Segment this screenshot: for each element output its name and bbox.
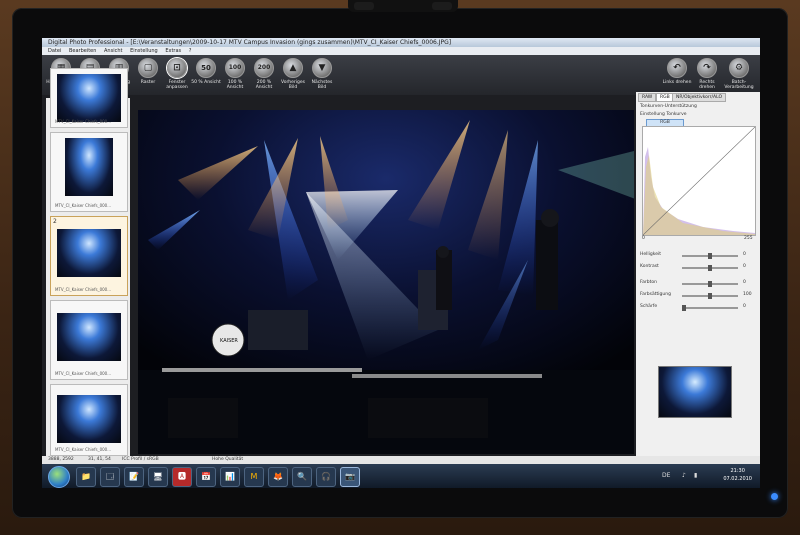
network-icon[interactable]: ▮	[694, 472, 697, 479]
zoom-50-icon: 50	[196, 58, 216, 78]
screen: Digital Photo Professional - [E:\Veranst…	[42, 38, 760, 488]
next-image-button[interactable]: ▼ Nächstes Bild	[307, 58, 337, 90]
taskbar-app-search[interactable]: 🔍	[292, 467, 312, 487]
thumbnail-image	[57, 74, 121, 122]
thumbnail-item[interactable]: MTV_CI_Kaiser Chiefs_000...	[50, 132, 128, 212]
zoom-100-button[interactable]: 100 100 % Ansicht	[220, 58, 250, 90]
taskbar-app-m[interactable]: M	[244, 467, 264, 487]
thumbnail-item[interactable]: 2 MTV_CI_Kaiser Chiefs_000...	[50, 216, 128, 296]
contrast-label: Kontrast	[640, 264, 659, 269]
clock-time: 21:30	[730, 468, 745, 474]
contrast-slider[interactable]	[682, 265, 738, 271]
zoom-100-icon: 100	[225, 58, 245, 78]
thumbnail-image	[57, 229, 121, 277]
hist-max: 255	[744, 236, 753, 241]
tab-nr-lens[interactable]: NR/Objektivkorr/ALO	[672, 93, 727, 102]
taskbar-app-media[interactable]: 🎧	[316, 467, 336, 487]
menu-help[interactable]: ?	[189, 48, 192, 54]
taskbar-app-firefox[interactable]: 🦊	[268, 467, 288, 487]
status-bar: 3888, 2592 31, 41, 54 ICC Profil / sRGB …	[42, 456, 760, 464]
power-led	[771, 493, 778, 500]
thumbnail-strip: MTV_CI_Kaiser Chiefs_000... MTV_CI_Kaise…	[46, 68, 130, 458]
tab-raw[interactable]: RAW	[638, 93, 657, 102]
status-profile: ICC Profil / sRGB	[122, 457, 159, 462]
tone-curve-assist-label: Tonkurven-Unterstützung	[640, 104, 697, 109]
saturation-label: Farbsättigung	[640, 292, 671, 297]
fit-window-icon: ⊡	[167, 58, 187, 78]
tray-language[interactable]: DE	[662, 472, 670, 479]
hue-slider[interactable]	[682, 281, 738, 287]
taskbar-app-display[interactable]: 🖥	[148, 467, 168, 487]
hist-min: 0	[642, 236, 645, 241]
fit-window-button[interactable]: ⊡ Fenster anpassen	[162, 58, 192, 90]
window-title: Digital Photo Professional - [E:\Veranst…	[42, 38, 760, 47]
tone-curve-histogram[interactable]	[642, 126, 756, 236]
volume-icon[interactable]: ♪	[682, 472, 686, 479]
frame-icon: ▢	[138, 58, 158, 78]
zoom-200-button[interactable]: 200 200 % Ansicht	[249, 58, 279, 90]
menu-file[interactable]: Datei	[48, 48, 61, 54]
sharpness-label: Schärfe	[640, 304, 658, 309]
histogram-graph	[642, 126, 756, 236]
clock-date: 07.02.2010	[723, 476, 752, 482]
zoom-200-icon: 200	[254, 58, 274, 78]
previous-image-icon: ▲	[283, 58, 303, 78]
menu-tools[interactable]: Extras	[165, 48, 181, 54]
tool-palette: RAW RGB NR/Objektivkorr/ALO Tonkurven-Un…	[636, 92, 760, 456]
frame-button[interactable]: ▢ Raster	[133, 58, 163, 85]
menu-settings[interactable]: Einstellung	[130, 48, 158, 54]
batch-processing-icon: ⚙	[729, 58, 749, 78]
svg-text:KAISER: KAISER	[220, 338, 238, 344]
concert-photo: KAISER	[138, 110, 634, 454]
taskbar-app-window[interactable]: 🗔	[100, 467, 120, 487]
menu-bar: Datei Bearbeiten Ansicht Einstellung Ext…	[42, 47, 760, 55]
menu-edit[interactable]: Bearbeiten	[69, 48, 96, 54]
taskbar-app-explorer[interactable]: 📁	[76, 467, 96, 487]
brightness-label: Helligkeit	[640, 252, 661, 257]
status-dimensions: 3888, 2592	[48, 457, 74, 462]
sharpness-slider[interactable]	[682, 305, 738, 311]
next-image-icon: ▼	[312, 58, 332, 78]
status-coords: 31, 41, 54	[88, 457, 111, 462]
thumbnail-item[interactable]: MTV_CI_Kaiser Chiefs_000...	[50, 68, 128, 128]
navigator-preview[interactable]	[658, 366, 732, 418]
system-clock[interactable]: 21:30 07.02.2010	[723, 467, 752, 483]
taskbar-app-chart[interactable]: 📊	[220, 467, 240, 487]
taskbar-app-calendar[interactable]: 📅	[196, 467, 216, 487]
thumbnail-image	[65, 138, 113, 196]
hue-label: Farbton	[640, 280, 658, 285]
rotate-left-icon: ↶	[667, 58, 687, 78]
batch-processing-button[interactable]: ⚙ Batch-Verarbeitung	[724, 58, 754, 90]
rotate-left-button[interactable]: ↶ Links drehen	[662, 58, 692, 85]
taskbar: 📁 🗔 📝 🖥 🅰 📅 📊 M 🦊 🔍 🎧 📷 DE ♪ ▮ 21:30 07.…	[42, 464, 760, 488]
toolbar: ▦Hauptfenster ▤Miniaturansicht ▥Werkzeug…	[42, 55, 760, 95]
thumbnail-item[interactable]: MTV_CI_Kaiser Chiefs_000...	[50, 300, 128, 380]
rotate-right-button[interactable]: ↷ Rechts drehen	[692, 58, 722, 90]
main-image-view[interactable]: KAISER	[138, 110, 634, 454]
rotate-right-icon: ↷	[697, 58, 717, 78]
start-button[interactable]	[48, 466, 70, 488]
tone-curve-setting-label: Einstellung Tonkurve	[640, 112, 687, 117]
previous-image-button[interactable]: ▲ Vorheriges Bild	[278, 58, 308, 90]
status-quality: Hohe Qualität	[212, 457, 244, 462]
thumbnail-image	[57, 313, 121, 361]
menu-view[interactable]: Ansicht	[104, 48, 122, 54]
webcam	[348, 0, 458, 12]
brightness-slider[interactable]	[682, 253, 738, 259]
thumbnail-image	[57, 395, 121, 443]
taskbar-app-pdf[interactable]: 🅰	[172, 467, 192, 487]
taskbar-app-dpp[interactable]: 📷	[340, 467, 360, 487]
thumbnail-item[interactable]: MTV_CI_Kaiser Chiefs_000...	[50, 384, 128, 456]
taskbar-app-notes[interactable]: 📝	[124, 467, 144, 487]
zoom-50-button[interactable]: 50 50 % Ansicht	[191, 58, 221, 85]
saturation-slider[interactable]	[682, 293, 738, 299]
